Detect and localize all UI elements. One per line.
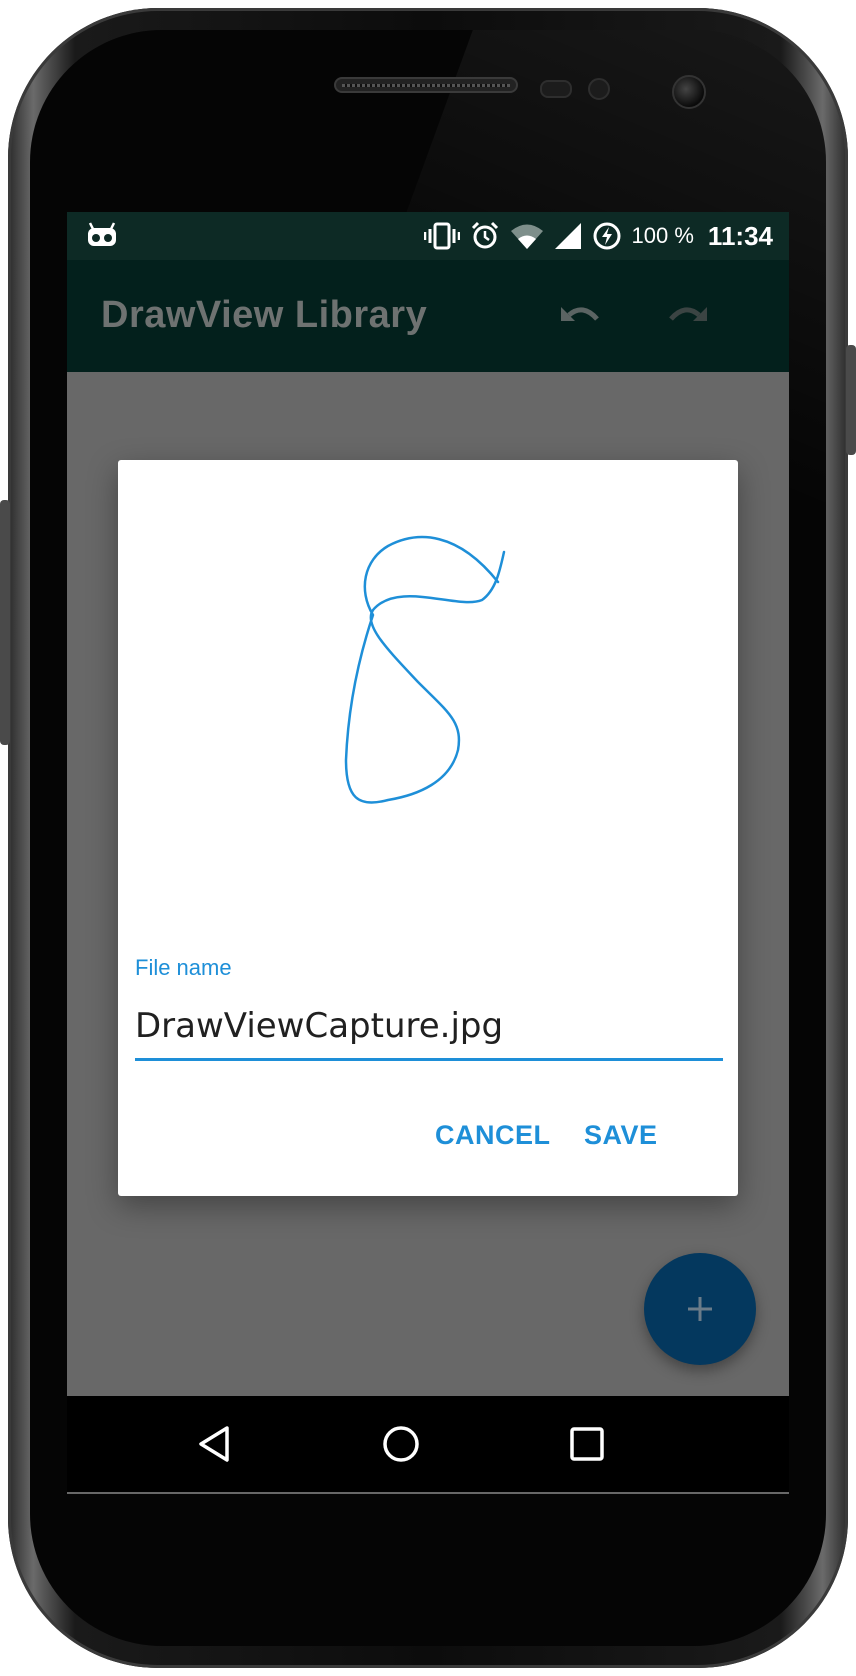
battery-percent: 100 % [631,223,694,248]
battery-charging-icon [592,221,622,251]
signal-icon [554,222,582,250]
vibrate-icon [423,222,460,250]
add-fab-button[interactable] [644,1253,756,1365]
wifi-icon [510,222,544,250]
file-name-underline [135,1058,723,1061]
android-debug-icon [87,222,117,253]
status-icons: 100 % 11:34 [423,212,773,260]
app-bar: DrawView Library [67,260,789,372]
power-button [846,345,856,455]
plus-icon [688,1297,712,1321]
light-sensor [588,78,610,100]
navigation-bar [67,1396,789,1492]
app-title: DrawView Library [101,294,428,336]
cancel-button[interactable]: CANCEL [435,1120,551,1151]
recents-icon[interactable] [563,1420,611,1468]
drawing-preview [118,460,738,940]
redo-icon[interactable] [663,294,711,338]
save-dialog: File name CANCEL SAVE [118,460,738,1196]
sketch-stroke [344,535,506,804]
home-icon[interactable] [377,1420,425,1468]
file-name-label: File name [135,955,232,980]
proximity-sensor [540,80,572,98]
earpiece-speaker [334,77,518,93]
status-bar: 100 % 11:34 [67,212,789,260]
front-camera [672,75,706,109]
volume-button [0,500,10,745]
file-name-input[interactable] [135,1002,723,1050]
status-clock: 11:34 [707,220,773,251]
save-button[interactable]: SAVE [584,1120,658,1151]
back-icon[interactable] [191,1420,239,1468]
undo-icon[interactable] [557,294,605,338]
screen: 100 % 11:34 DrawView Library File name D… [67,212,789,1494]
alarm-icon [470,221,500,251]
